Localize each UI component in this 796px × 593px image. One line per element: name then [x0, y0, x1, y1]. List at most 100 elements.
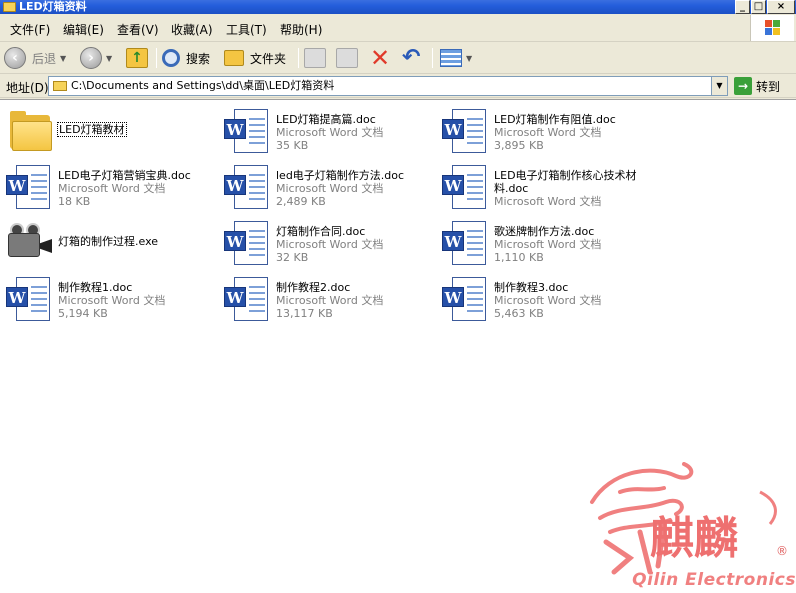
maximize-button[interactable]: □ [751, 0, 766, 14]
word-doc-icon: W [224, 109, 270, 153]
word-doc-icon: W [442, 277, 488, 321]
folder-icon [3, 2, 16, 12]
delete-x-icon: ✕ [370, 44, 391, 72]
file-size: 1,110 KB [494, 251, 544, 264]
word-doc-icon: W [6, 165, 52, 209]
file-name: 灯箱的制作过程.exe [58, 235, 159, 248]
folders-label: 文件夹 [250, 51, 287, 66]
back-button[interactable]: ‹ 后退 ▼ [4, 46, 66, 70]
move-to-button[interactable] [304, 46, 326, 70]
menu-view[interactable]: 查看(V) [117, 21, 159, 38]
file-size: 3,895 KB [494, 139, 544, 152]
chevron-down-icon: ▼ [106, 53, 113, 63]
file-size: 2,489 KB [276, 195, 326, 208]
undo-icon: ↶ [402, 45, 421, 70]
file-name: led电子灯箱制作方法.doc [276, 169, 405, 182]
folders-button[interactable]: 文件夹 [224, 46, 286, 70]
file-type: Microsoft Word 文档 [494, 195, 602, 208]
file-size: 32 KB [276, 251, 309, 264]
file-type: Microsoft Word 文档 [276, 294, 384, 307]
file-size: 5,194 KB [58, 307, 108, 320]
forward-button[interactable]: › ▼ [80, 46, 112, 70]
word-doc-icon: W [442, 165, 488, 209]
word-doc-icon: W [442, 109, 488, 153]
file-item[interactable]: 灯箱的制作过程.exe [0, 217, 210, 267]
menu-tools[interactable]: 工具(T) [226, 21, 267, 38]
toolbar-separator [298, 48, 299, 68]
up-folder-button[interactable]: ↑ [126, 46, 148, 70]
file-item[interactable]: W 制作教程2.doc Microsoft Word 文档 13,117 KB [218, 273, 428, 323]
file-item[interactable]: W LED电子灯箱制作核心技术材料.doc Microsoft Word 文档 [436, 161, 646, 213]
file-name: 制作教程2.doc [276, 281, 351, 294]
file-name: LED灯箱教材 [57, 122, 127, 137]
close-button[interactable]: × [767, 0, 795, 14]
back-label: 后退 [32, 51, 57, 66]
file-name: LED灯箱提高篇.doc [276, 113, 376, 126]
menu-edit[interactable]: 编辑(E) [63, 21, 104, 38]
file-type: Microsoft Word 文档 [494, 126, 602, 139]
up-folder-icon: ↑ [126, 48, 148, 68]
address-bar: 地址(D) C:\Documents and Settings\dd\桌面\LE… [0, 74, 796, 98]
word-doc-icon: W [6, 277, 52, 321]
file-name: 歌迷牌制作方法.doc [494, 225, 595, 238]
word-doc-icon: W [224, 277, 270, 321]
file-item[interactable]: W 制作教程1.doc Microsoft Word 文档 5,194 KB [0, 273, 210, 323]
window-title: LED灯箱资料 [19, 0, 87, 13]
word-doc-icon: W [224, 165, 270, 209]
address-label: 地址(D) [6, 81, 49, 95]
toolbar-separator [156, 48, 157, 68]
file-type: Microsoft Word 文档 [276, 182, 384, 195]
file-name: LED电子灯箱营销宝典.doc [58, 169, 191, 182]
file-list: LED灯箱教材 W LED灯箱提高篇.doc Microsoft Word 文档… [0, 99, 796, 593]
file-item[interactable]: W LED灯箱制作有阻值.doc Microsoft Word 文档 3,895… [436, 105, 646, 155]
file-item[interactable]: LED灯箱教材 [0, 105, 210, 155]
go-label: 转到 [756, 79, 781, 94]
menu-favorites[interactable]: 收藏(A) [171, 21, 213, 38]
file-item[interactable]: W led电子灯箱制作方法.doc Microsoft Word 文档 2,48… [218, 161, 428, 211]
file-name: 制作教程3.doc [494, 281, 569, 294]
file-item[interactable]: W LED灯箱提高篇.doc Microsoft Word 文档 35 KB [218, 105, 428, 155]
file-type: Microsoft Word 文档 [494, 294, 602, 307]
views-button[interactable]: ▼ [440, 46, 472, 70]
menu-bar: 文件(F) 编辑(E) 查看(V) 收藏(A) 工具(T) 帮助(H) [0, 14, 796, 42]
windows-logo-icon [750, 15, 794, 41]
file-item[interactable]: W 灯箱制作合同.doc Microsoft Word 文档 32 KB [218, 217, 428, 267]
word-doc-icon: W [224, 221, 270, 265]
file-type: Microsoft Word 文档 [58, 182, 166, 195]
file-type: Microsoft Word 文档 [58, 294, 166, 307]
search-label: 搜索 [186, 51, 211, 66]
toolbar-separator [432, 48, 433, 68]
move-to-icon [304, 48, 326, 68]
video-camera-icon [6, 221, 52, 265]
chevron-down-icon: ▼ [60, 53, 67, 63]
file-size: 13,117 KB [276, 307, 333, 320]
file-size: 18 KB [58, 195, 91, 208]
title-bar[interactable]: LED灯箱资料 _ □ × [0, 0, 796, 14]
toolbar: ‹ 后退 ▼ › ▼ ↑ 搜索 文件夹 ✕ ↶ ▼ [0, 42, 796, 74]
copy-to-button[interactable] [336, 46, 358, 70]
search-icon [162, 49, 180, 67]
file-item[interactable]: W 制作教程3.doc Microsoft Word 文档 5,463 KB [436, 273, 646, 323]
folder-icon [6, 109, 52, 153]
file-name: LED灯箱制作有阻值.doc [494, 113, 616, 126]
file-size: 35 KB [276, 139, 309, 152]
chevron-down-icon: ▼ [466, 53, 473, 63]
search-button[interactable]: 搜索 [162, 46, 210, 70]
file-item[interactable]: W 歌迷牌制作方法.doc Microsoft Word 文档 1,110 KB [436, 217, 646, 267]
file-item[interactable]: W LED电子灯箱营销宝典.doc Microsoft Word 文档 18 K… [0, 161, 210, 211]
minimize-button[interactable]: _ [735, 0, 750, 14]
menu-file[interactable]: 文件(F) [10, 21, 50, 38]
go-arrow-icon: → [734, 77, 752, 95]
address-input[interactable]: C:\Documents and Settings\dd\桌面\LED灯箱资料 [48, 76, 712, 96]
file-type: Microsoft Word 文档 [494, 238, 602, 251]
file-name: 制作教程1.doc [58, 281, 133, 294]
undo-button[interactable]: ↶ [402, 46, 420, 70]
address-dropdown-button[interactable]: ▼ [712, 76, 728, 96]
back-arrow-icon: ‹ [4, 47, 26, 69]
word-doc-icon: W [442, 221, 488, 265]
menu-help[interactable]: 帮助(H) [280, 21, 322, 38]
go-button[interactable]: → 转到 [734, 77, 780, 95]
address-path: C:\Documents and Settings\dd\桌面\LED灯箱资料 [71, 79, 335, 92]
delete-button[interactable]: ✕ [370, 46, 390, 70]
copy-to-icon [336, 48, 358, 68]
